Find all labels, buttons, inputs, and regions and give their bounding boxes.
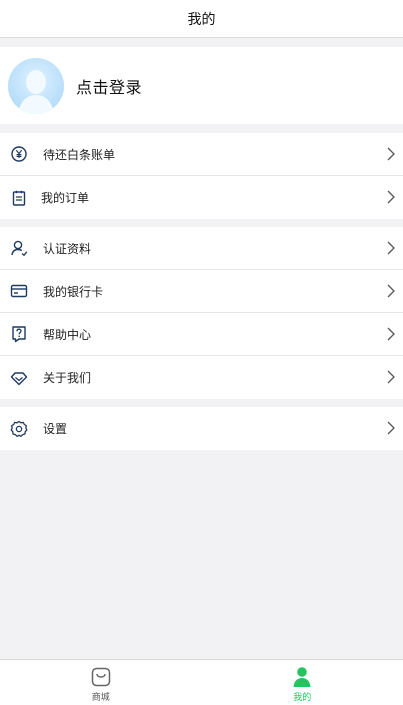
chevron-right-icon — [387, 327, 395, 341]
tab-label: 我的 — [293, 693, 312, 703]
menu-item-my-orders[interactable]: 我的订单 — [0, 176, 403, 219]
menu-item-label: 认证资料 — [43, 241, 92, 256]
default-avatar-icon — [18, 69, 54, 114]
menu-item-label: 帮助中心 — [43, 327, 92, 342]
menu-item-label: 我的订单 — [41, 191, 90, 205]
menu-item-pending-bills[interactable]: 待还白条账单 — [0, 133, 403, 176]
menu-item-verification[interactable]: 认证资料 — [0, 227, 403, 270]
menu-item-label: 设置 — [43, 422, 68, 436]
bottom-tab-bar: 商城 我的 — [0, 659, 403, 705]
menu-group-account: 认证资料 我的银行卡 帮助中心 关于我们 — [0, 227, 403, 399]
tab-mine[interactable]: 我的 — [202, 660, 403, 705]
menu-item-settings[interactable]: 设置 — [0, 407, 403, 450]
menu-item-about-us[interactable]: 关于我们 — [0, 356, 403, 399]
shopping-bag-icon — [91, 667, 110, 687]
menu-group-settings: 设置 — [0, 407, 403, 450]
tab-shop[interactable]: 商城 — [0, 660, 202, 705]
login-link[interactable]: 点击登录 — [76, 74, 142, 98]
chevron-right-icon — [387, 241, 395, 255]
page-title: 我的 — [187, 11, 216, 28]
order-icon — [9, 188, 29, 208]
chevron-right-icon — [387, 284, 395, 298]
tab-label: 商城 — [91, 693, 110, 703]
menu-item-help-center[interactable]: 帮助中心 — [0, 313, 403, 356]
menu-item-label: 关于我们 — [43, 371, 92, 385]
menu-item-bank-cards[interactable]: 我的银行卡 — [0, 270, 403, 313]
gear-icon — [9, 419, 29, 439]
bank-card-icon — [9, 281, 29, 301]
chevron-right-icon — [387, 421, 395, 435]
menu-item-label: 我的银行卡 — [43, 284, 104, 299]
person-icon — [293, 667, 311, 687]
diamond-icon — [9, 368, 29, 388]
menu-item-label: 待还白条账单 — [43, 147, 116, 162]
yen-circle-icon — [9, 144, 29, 164]
chevron-right-icon — [387, 190, 395, 204]
menu-group-bills: 待还白条账单 我的订单 — [0, 133, 403, 219]
chevron-right-icon — [387, 147, 395, 161]
top-nav-bar: 我的 — [0, 0, 403, 38]
user-verify-icon — [9, 238, 29, 258]
help-icon — [9, 324, 29, 344]
avatar[interactable] — [8, 57, 64, 114]
profile-card[interactable]: 点击登录 — [0, 47, 403, 124]
chevron-right-icon — [387, 370, 395, 384]
